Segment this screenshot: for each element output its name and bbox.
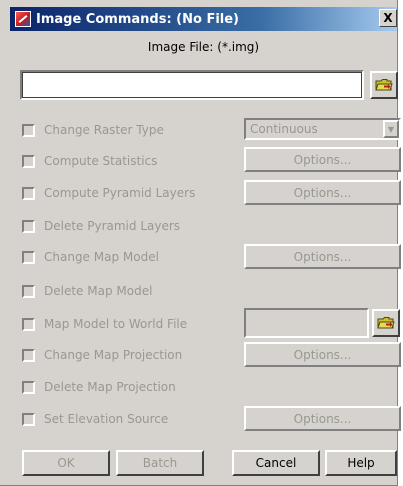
- title-bar[interactable]: Image Commands: (No File) X: [10, 7, 397, 31]
- set-elevation-source-checkbox[interactable]: Set Elevation Source: [22, 409, 168, 429]
- image-file-input[interactable]: [20, 70, 364, 100]
- change-map-projection-checkbox[interactable]: Change Map Projection: [22, 345, 182, 365]
- image-commands-dialog: Image Commands: (No File) X Image File: …: [0, 0, 401, 486]
- ok-button[interactable]: OK: [22, 450, 110, 476]
- set-elevation-source-options-button[interactable]: Options...: [244, 406, 401, 431]
- checkbox-box[interactable]: [22, 250, 35, 264]
- checkbox-label: Set Elevation Source: [44, 412, 169, 426]
- change-map-model-options-button[interactable]: Options...: [244, 244, 401, 269]
- checkbox-box[interactable]: [22, 412, 35, 426]
- change-map-model-checkbox[interactable]: Change Map Model: [22, 247, 159, 267]
- delete-map-model-checkbox[interactable]: Delete Map Model: [22, 281, 152, 301]
- checkbox-box[interactable]: [22, 348, 35, 362]
- browse-world-file-button[interactable]: [372, 309, 400, 337]
- checkbox-box[interactable]: [22, 380, 35, 394]
- checkbox-label: Change Map Projection: [44, 348, 183, 362]
- compute-statistics-checkbox[interactable]: Compute Statistics: [22, 151, 157, 171]
- checkbox-label: Delete Map Projection: [44, 380, 176, 394]
- checkbox-label: Change Map Model: [44, 250, 159, 264]
- batch-button[interactable]: Batch: [116, 450, 204, 476]
- browse-file-button[interactable]: [370, 71, 398, 99]
- delete-pyramid-layers-checkbox[interactable]: Delete Pyramid Layers: [22, 216, 180, 236]
- world-file-input[interactable]: [244, 308, 369, 338]
- compute-pyramid-options-button[interactable]: Options...: [244, 180, 401, 205]
- checkbox-box[interactable]: [22, 284, 35, 298]
- image-file-label: Image File: (*.img): [147, 40, 260, 54]
- open-folder-icon: [377, 317, 395, 329]
- chevron-down-icon[interactable]: ▼: [383, 120, 399, 138]
- checkbox-label: Delete Pyramid Layers: [44, 219, 181, 233]
- compute-pyramid-layers-checkbox[interactable]: Compute Pyramid Layers: [22, 183, 195, 203]
- change-raster-type-checkbox[interactable]: Change Raster Type: [22, 120, 164, 140]
- close-button[interactable]: X: [379, 9, 397, 27]
- open-folder-icon: [375, 79, 393, 91]
- raster-type-value: Continuous: [250, 122, 318, 136]
- imagine-app-icon: [15, 11, 31, 27]
- cancel-button[interactable]: Cancel: [232, 450, 320, 476]
- checkbox-label: Map Model to World File: [44, 317, 188, 331]
- checkbox-label: Change Raster Type: [44, 123, 164, 137]
- delete-map-projection-checkbox[interactable]: Delete Map Projection: [22, 377, 176, 397]
- checkbox-label: Delete Map Model: [44, 284, 153, 298]
- help-button[interactable]: Help: [325, 450, 397, 476]
- checkbox-box[interactable]: [22, 123, 35, 137]
- compute-statistics-options-button[interactable]: Options...: [244, 147, 401, 172]
- map-model-to-world-file-checkbox[interactable]: Map Model to World File: [22, 314, 187, 334]
- change-map-projection-options-button[interactable]: Options...: [244, 342, 401, 367]
- checkbox-label: Compute Statistics: [44, 154, 158, 168]
- window-title: Image Commands: (No File): [36, 11, 239, 27]
- checkbox-box[interactable]: [22, 186, 35, 200]
- raster-type-select[interactable]: Continuous ▼: [244, 118, 401, 140]
- checkbox-box[interactable]: [22, 154, 35, 168]
- checkbox-box[interactable]: [22, 317, 35, 331]
- checkbox-box[interactable]: [22, 219, 35, 233]
- checkbox-label: Compute Pyramid Layers: [44, 186, 196, 200]
